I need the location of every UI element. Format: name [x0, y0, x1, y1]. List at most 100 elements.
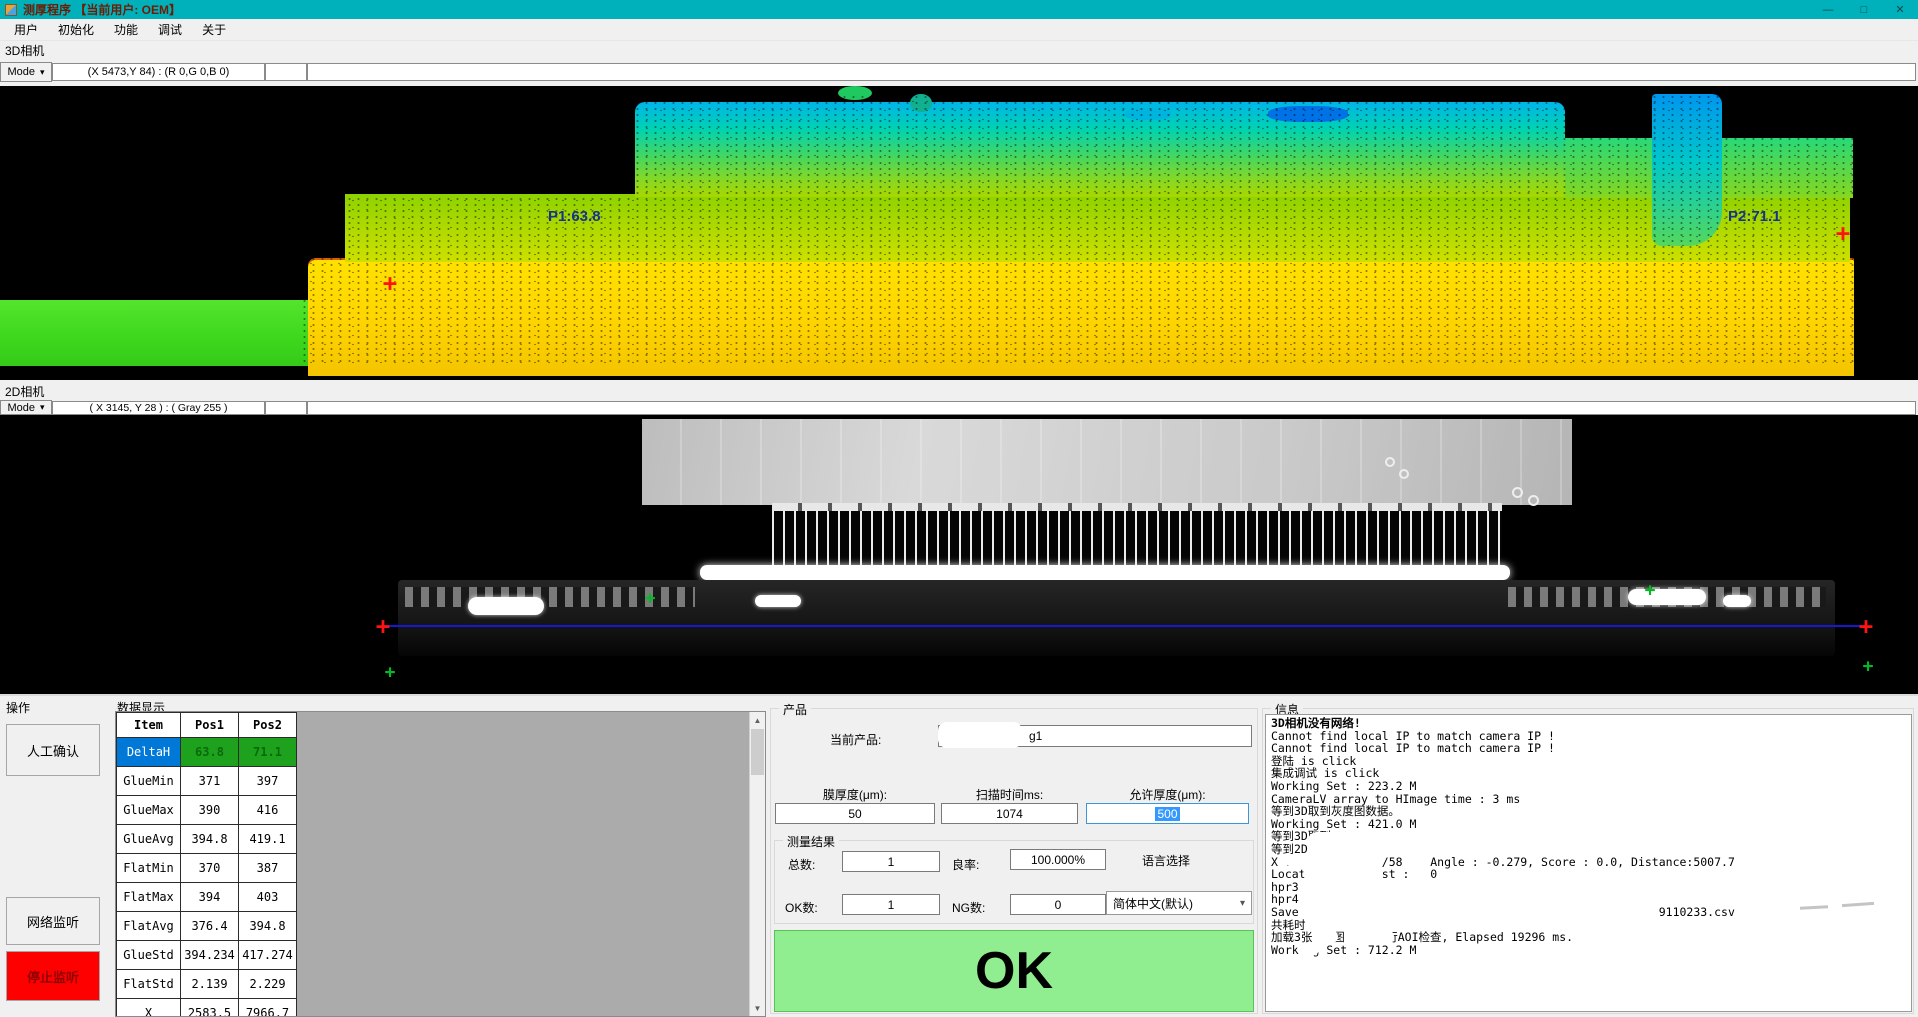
- scroll-up-icon[interactable]: ▲: [750, 712, 765, 728]
- window-title: 测厚程序 【当前用户: OEM】: [23, 1, 181, 18]
- heatmap-blob: [1125, 108, 1171, 120]
- value-cell: 371: [181, 767, 239, 796]
- language-select-label: 语言选择: [1142, 852, 1212, 869]
- header-item: Item: [117, 713, 181, 738]
- yield-label: 良率:: [952, 856, 996, 873]
- heatmap-gradient-region: [635, 102, 1565, 197]
- table-row[interactable]: FlatAvg376.4394.8: [117, 912, 297, 941]
- value-cell: 387: [239, 854, 297, 883]
- ng-count-field[interactable]: 0: [1010, 894, 1106, 915]
- title-bar: 测厚程序 【当前用户: OEM】 — □ ✕: [0, 0, 1918, 19]
- camera2d-pixel-status: ( X 3145, Y 28 ) : ( Gray 255 ): [52, 401, 265, 415]
- menu-item-4[interactable]: 调试: [148, 18, 192, 41]
- scrollbar-thumb[interactable]: [751, 729, 764, 775]
- language-select-combo[interactable]: 简体中文(默认) ▾: [1106, 891, 1252, 915]
- menu-item-3[interactable]: 功能: [104, 18, 148, 41]
- item-cell: GlueAvg: [117, 825, 181, 854]
- camera3d-toolbar-box: [307, 63, 1916, 81]
- table-row[interactable]: FlatMax394403: [117, 883, 297, 912]
- operation-section-label: 操作: [6, 699, 30, 716]
- network-listen-button[interactable]: 网络监听: [6, 897, 100, 945]
- scroll-down-icon[interactable]: ▼: [750, 1000, 765, 1016]
- pcb-hole: [1528, 495, 1539, 506]
- redaction-blob: [1297, 944, 1319, 955]
- green-cross-marker: +: [1645, 582, 1656, 600]
- green-cross-marker: +: [1863, 658, 1874, 676]
- table-row[interactable]: GlueStd394.234417.274: [117, 941, 297, 970]
- close-button[interactable]: ✕: [1882, 0, 1918, 19]
- app-icon: [5, 4, 17, 16]
- p1-measurement-label: P1:63.8: [548, 208, 601, 225]
- redaction-blob: [1390, 903, 1625, 923]
- redaction-blob: [1354, 930, 1394, 943]
- value-cell: 394.234: [181, 941, 239, 970]
- ok-count-field[interactable]: 1: [842, 894, 940, 915]
- item-cell: FlatMin: [117, 854, 181, 883]
- manual-confirm-button[interactable]: 人工确认: [6, 724, 100, 776]
- glare-blob: [468, 597, 544, 615]
- value-cell: 370: [181, 854, 239, 883]
- pcb-board: [642, 419, 1572, 505]
- table-row[interactable]: GlueAvg394.8419.1: [117, 825, 297, 854]
- value-cell: 7966.7: [239, 999, 297, 1017]
- camera2d-mode-button[interactable]: Mode ▾: [0, 400, 52, 415]
- red-cross-marker: +: [376, 614, 390, 638]
- camera3d-mode-button[interactable]: Mode ▾: [0, 62, 52, 82]
- log-line: Cannot find local IP to match camera IP …: [1271, 742, 1907, 755]
- table-row[interactable]: DeltaH63.871.1: [117, 738, 297, 767]
- value-cell: 376.4: [181, 912, 239, 941]
- camera2d-view-image[interactable]: + + + + + +: [0, 415, 1918, 694]
- total-count-field[interactable]: 1: [842, 851, 940, 872]
- pcb-hole: [1385, 457, 1395, 467]
- item-cell: GlueStd: [117, 941, 181, 970]
- total-count-label: 总数:: [788, 856, 832, 873]
- value-cell: 397: [239, 767, 297, 796]
- value-cell: 63.8: [181, 738, 239, 767]
- yield-field[interactable]: 100.000%: [1010, 849, 1106, 870]
- allowed-thickness-field[interactable]: 500: [1086, 803, 1249, 824]
- heatmap-yellow-slab: [308, 258, 1854, 376]
- results-section-label: 测量结果: [783, 833, 839, 850]
- item-cell: FlatStd: [117, 970, 181, 999]
- item-cell: DeltaH: [117, 738, 181, 767]
- table-row[interactable]: GlueMin371397: [117, 767, 297, 796]
- product-section-label: 产品: [779, 701, 811, 718]
- redaction-blob: [1322, 917, 1382, 930]
- stop-listen-button[interactable]: 停止监听: [6, 951, 100, 1001]
- allowed-thickness-label: 允许厚度(μm):: [1086, 786, 1249, 803]
- maximize-button[interactable]: □: [1846, 0, 1882, 19]
- table-row[interactable]: FlatStd2.1392.229: [117, 970, 297, 999]
- scan-time-field[interactable]: 1074: [941, 803, 1078, 824]
- camera3d-view-image[interactable]: P1:63.8 P2:71.1 + +: [0, 86, 1918, 380]
- glare-blob: [755, 595, 801, 607]
- table-row[interactable]: X2583.57966.7: [117, 999, 297, 1017]
- data-table-body: DeltaH63.871.1GlueMin371397GlueMax390416…: [117, 738, 297, 1017]
- heatmap-blob: [910, 94, 932, 112]
- menu-item-2[interactable]: 初始化: [48, 18, 104, 41]
- selected-text: 500: [1155, 807, 1179, 821]
- value-cell: 416: [239, 796, 297, 825]
- result-status-panel: OK: [774, 930, 1254, 1012]
- menu-item-5[interactable]: 关于: [192, 18, 236, 41]
- ok-count-label: OK数:: [785, 899, 835, 916]
- table-row[interactable]: GlueMax390416: [117, 796, 297, 825]
- value-cell: 2583.5: [181, 999, 239, 1017]
- value-cell: 71.1: [239, 738, 297, 767]
- red-cross-marker: +: [1859, 614, 1873, 638]
- menu-bar: 用户初始化功能调试关于: [0, 19, 1918, 41]
- log-line: Working Set : 712.2 M: [1271, 944, 1907, 957]
- green-cross-marker: +: [645, 590, 656, 608]
- value-cell: 394: [181, 883, 239, 912]
- value-cell: 2.139: [181, 970, 239, 999]
- item-cell: GlueMin: [117, 767, 181, 796]
- camera2d-section-label: 2D相机: [5, 383, 44, 400]
- log-panel[interactable]: 3D相机没有网络!Cannot find local IP to match c…: [1265, 714, 1912, 1012]
- table-row[interactable]: FlatMin370387: [117, 854, 297, 883]
- minimize-button[interactable]: —: [1810, 0, 1846, 19]
- data-grid: Item Pos1 Pos2 DeltaH63.871.1GlueMin3713…: [115, 711, 766, 1017]
- film-thickness-field[interactable]: 50: [775, 803, 935, 824]
- menu-item-1[interactable]: 用户: [4, 18, 48, 41]
- redaction-blob: [1303, 868, 1355, 880]
- data-grid-scrollbar[interactable]: ▲ ▼: [749, 712, 765, 1016]
- camera2d-toolbar: Mode ▾ ( X 3145, Y 28 ) : ( Gray 255 ): [0, 399, 1918, 416]
